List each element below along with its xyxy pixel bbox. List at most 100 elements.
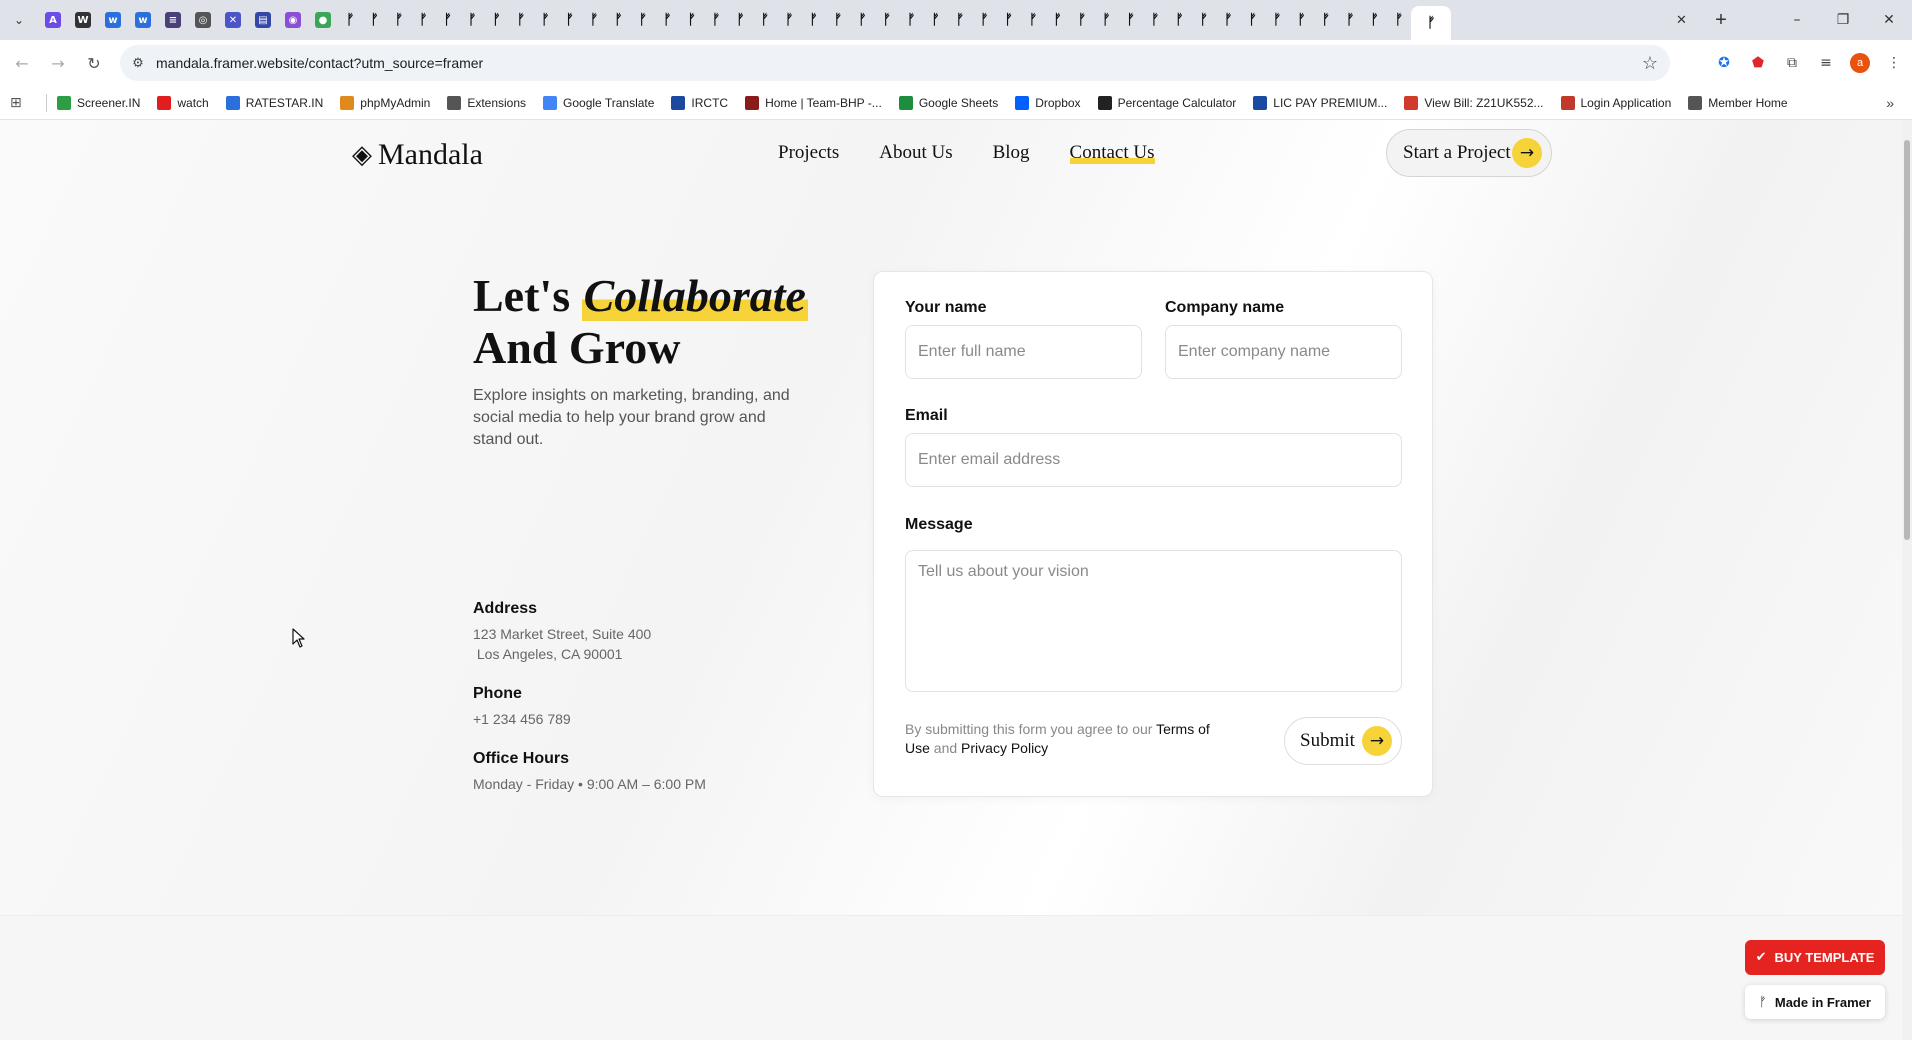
- browser-tab[interactable]: ᚠ: [484, 0, 508, 40]
- browser-tab[interactable]: ≡: [158, 0, 188, 40]
- profile-avatar[interactable]: a: [1850, 53, 1870, 73]
- browser-tab[interactable]: ᚠ: [436, 0, 460, 40]
- bookmark-item[interactable]: View Bill: Z21UK552...: [1404, 95, 1544, 110]
- browser-tab[interactable]: w: [98, 0, 128, 40]
- browser-tab[interactable]: ᚠ: [533, 0, 557, 40]
- bookmark-item[interactable]: Login Application: [1560, 95, 1671, 110]
- address-bar[interactable]: ⚙ mandala.framer.website/contact?utm_sou…: [120, 45, 1670, 81]
- media-control-icon[interactable]: ≡: [1816, 53, 1836, 73]
- browser-tab[interactable]: ᚠ: [582, 0, 606, 40]
- bookmark-star-icon[interactable]: ☆: [1642, 53, 1658, 74]
- browser-tab[interactable]: ᚠ: [972, 0, 996, 40]
- browser-tab[interactable]: ᚠ: [1314, 0, 1338, 40]
- apps-grid-icon[interactable]: ⊞: [10, 95, 34, 111]
- menu-kebab-icon[interactable]: ⋮: [1884, 53, 1904, 73]
- bookmark-item[interactable]: phpMyAdmin: [340, 95, 430, 110]
- browser-tab[interactable]: ᚠ: [1167, 0, 1191, 40]
- extension-shield-icon[interactable]: ⬟: [1748, 53, 1768, 73]
- name-input[interactable]: [905, 325, 1142, 379]
- nav-blog[interactable]: Blog: [993, 142, 1030, 164]
- browser-tab[interactable]: ᚠ: [1362, 0, 1386, 40]
- nav-projects[interactable]: Projects: [778, 142, 839, 164]
- bookmark-item[interactable]: Member Home: [1688, 95, 1788, 110]
- browser-tab[interactable]: A: [38, 0, 68, 40]
- bookmark-item[interactable]: Google Translate: [543, 95, 654, 110]
- url-text[interactable]: mandala.framer.website/contact?utm_sourc…: [156, 55, 483, 71]
- privacy-policy-link[interactable]: Privacy Policy: [961, 740, 1048, 756]
- browser-tab[interactable]: ᚠ: [1045, 0, 1069, 40]
- browser-tab[interactable]: ᚠ: [1240, 0, 1264, 40]
- bookmarks-overflow-icon[interactable]: »: [1886, 95, 1894, 111]
- browser-tab[interactable]: w: [128, 0, 158, 40]
- active-tab[interactable]: ᚠ: [1411, 6, 1452, 40]
- bookmark-item[interactable]: Google Sheets: [898, 95, 998, 110]
- bookmark-item[interactable]: Percentage Calculator: [1097, 95, 1236, 110]
- browser-tab[interactable]: ᚠ: [338, 0, 362, 40]
- tab-search-icon[interactable]: ⌄: [0, 0, 38, 40]
- browser-tab[interactable]: ᚠ: [509, 0, 533, 40]
- browser-tab[interactable]: ᚠ: [997, 0, 1021, 40]
- browser-tab[interactable]: ᚠ: [753, 0, 777, 40]
- restore-icon[interactable]: ❐: [1820, 0, 1866, 40]
- email-input[interactable]: [905, 433, 1402, 487]
- browser-tab[interactable]: ᚠ: [948, 0, 972, 40]
- back-icon[interactable]: ←: [8, 49, 36, 77]
- browser-tab[interactable]: ᚠ: [1216, 0, 1240, 40]
- forward-icon[interactable]: →: [44, 49, 72, 77]
- browser-tab[interactable]: ▤: [248, 0, 278, 40]
- bookmark-item[interactable]: Screener.IN: [57, 95, 140, 110]
- nav-about-us[interactable]: About Us: [879, 142, 952, 164]
- browser-tab[interactable]: ᚠ: [631, 0, 655, 40]
- site-info-icon[interactable]: ⚙: [120, 55, 156, 71]
- submit-button[interactable]: Submit →: [1284, 717, 1402, 765]
- browser-tab[interactable]: ᚠ: [1094, 0, 1118, 40]
- browser-tab[interactable]: ◉: [278, 0, 308, 40]
- browser-tab[interactable]: ●: [308, 0, 338, 40]
- browser-tab[interactable]: ᚠ: [1289, 0, 1313, 40]
- browser-tab[interactable]: ᚠ: [899, 0, 923, 40]
- browser-tab[interactable]: ᚠ: [1387, 0, 1411, 40]
- browser-tab[interactable]: ᚠ: [460, 0, 484, 40]
- browser-tab[interactable]: ᚠ: [826, 0, 850, 40]
- start-project-button[interactable]: Start a Project →: [1386, 129, 1552, 177]
- browser-tab[interactable]: ᚠ: [679, 0, 703, 40]
- bookmark-item[interactable]: Extensions: [447, 95, 526, 110]
- browser-tab[interactable]: ✕: [218, 0, 248, 40]
- bookmark-item[interactable]: watch: [157, 95, 209, 110]
- browser-tab[interactable]: ᚠ: [558, 0, 582, 40]
- browser-tab[interactable]: ᚠ: [411, 0, 435, 40]
- bookmark-item[interactable]: Home | Team-BHP -...: [745, 95, 882, 110]
- buy-template-button[interactable]: ✔ BUY TEMPLATE: [1745, 940, 1885, 975]
- browser-tab[interactable]: ᚠ: [923, 0, 947, 40]
- browser-tab[interactable]: ᚠ: [704, 0, 728, 40]
- bookmark-item[interactable]: Dropbox: [1015, 95, 1081, 110]
- scroll-thumb[interactable]: [1904, 140, 1910, 540]
- minimize-icon[interactable]: –: [1774, 0, 1820, 40]
- bookmark-item[interactable]: IRCTC: [671, 95, 728, 110]
- tab-close-icon[interactable]: ✕: [1676, 12, 1687, 28]
- browser-tab[interactable]: ᚠ: [1070, 0, 1094, 40]
- browser-tab[interactable]: W: [68, 0, 98, 40]
- extension-globe-icon[interactable]: ✪: [1714, 53, 1734, 73]
- browser-tab[interactable]: ᚠ: [1119, 0, 1143, 40]
- new-tab-button[interactable]: +: [1704, 0, 1738, 40]
- browser-tab[interactable]: ᚠ: [850, 0, 874, 40]
- close-window-icon[interactable]: ✕: [1866, 0, 1912, 40]
- page-scrollbar[interactable]: [1902, 120, 1912, 1040]
- browser-tab[interactable]: ᚠ: [387, 0, 411, 40]
- bookmark-item[interactable]: LIC PAY PREMIUM...: [1253, 95, 1387, 110]
- nav-contact-us[interactable]: Contact Us: [1069, 142, 1155, 164]
- browser-tab[interactable]: ᚠ: [362, 0, 386, 40]
- reload-icon[interactable]: ↻: [80, 49, 108, 77]
- site-logo[interactable]: ◈ Mandala: [352, 138, 483, 172]
- browser-tab[interactable]: ᚠ: [777, 0, 801, 40]
- company-input[interactable]: [1165, 325, 1402, 379]
- bookmark-item[interactable]: RATESTAR.IN: [225, 95, 323, 110]
- browser-tab[interactable]: ᚠ: [1192, 0, 1216, 40]
- extensions-puzzle-icon[interactable]: ⧉: [1782, 53, 1802, 73]
- browser-tab[interactable]: ᚠ: [728, 0, 752, 40]
- message-textarea[interactable]: [905, 550, 1402, 692]
- browser-tab[interactable]: ◎: [188, 0, 218, 40]
- browser-tab[interactable]: ᚠ: [606, 0, 630, 40]
- browser-tab[interactable]: ᚠ: [1021, 0, 1045, 40]
